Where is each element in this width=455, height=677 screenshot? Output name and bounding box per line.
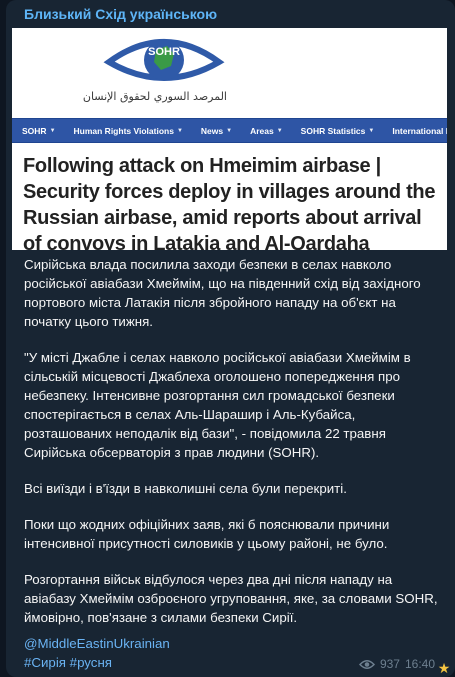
channel-post: Близький Схід українською SOHR المرصد ال… xyxy=(6,0,455,677)
channel-name[interactable]: Близький Схід українською xyxy=(24,6,217,22)
chevron-down-icon: ▼ xyxy=(176,127,183,134)
view-count: 937 xyxy=(379,657,400,671)
eye-logo-icon: SOHR xyxy=(103,39,225,81)
article-headline: Following attack on Hmeimim airbase | Se… xyxy=(23,155,436,250)
chevron-down-icon: ▼ xyxy=(49,127,56,134)
channel-link[interactable]: @MiddleEastinUkrainian xyxy=(24,636,170,651)
post-text: Сирійська влада посилила заходи безпеки … xyxy=(24,255,442,644)
eye-icon xyxy=(358,659,375,669)
paragraph: Розгортання військ відбулося через два д… xyxy=(24,572,438,625)
logo-text: SOHR xyxy=(148,46,180,58)
chevron-down-icon: ▼ xyxy=(368,127,375,134)
post-image[interactable]: SOHR المرصد السوري لحقوق الإنسان SOHR ▼ H… xyxy=(12,28,447,250)
star-icon[interactable]: ★ xyxy=(436,660,452,676)
nav-item-news[interactable]: News ▼ xyxy=(191,119,240,142)
paragraph: Поки що жодних офіційних заяв, які б поя… xyxy=(24,517,390,551)
hashtags[interactable]: #Сирія #русня xyxy=(24,655,112,670)
chevron-down-icon: ▼ xyxy=(226,127,233,134)
site-navbar: SOHR ▼ Human Rights Violations ▼ News ▼ Are… xyxy=(12,118,447,143)
paragraph: "У місті Джабле і селах навколо російськ… xyxy=(24,350,411,460)
post-time: 16:40 xyxy=(404,657,435,671)
nav-item-areas[interactable]: Areas ▼ xyxy=(240,119,291,142)
paragraph: Сирійська влада посилила заходи безпеки … xyxy=(24,257,421,329)
post-meta: 937 16:40 xyxy=(358,657,435,671)
chevron-down-icon: ▼ xyxy=(276,127,283,134)
logo-arabic-text: المرصد السوري لحقوق الإنسان xyxy=(82,90,227,103)
post-links: @MiddleEastinUkrainian #Сирія #русня xyxy=(24,634,170,672)
nav-item-international[interactable]: International Powers xyxy=(382,119,447,142)
nav-item-sohr[interactable]: SOHR ▼ xyxy=(12,119,64,142)
sohr-logo: SOHR المرصد السوري لحقوق الإنسان xyxy=(82,28,227,110)
paragraph: Всі виїзди і в'їзди в навколишні села бу… xyxy=(24,481,347,496)
nav-item-statistics[interactable]: SOHR Statistics ▼ xyxy=(291,119,383,142)
nav-item-human-rights[interactable]: Human Rights Violations ▼ xyxy=(64,119,191,142)
